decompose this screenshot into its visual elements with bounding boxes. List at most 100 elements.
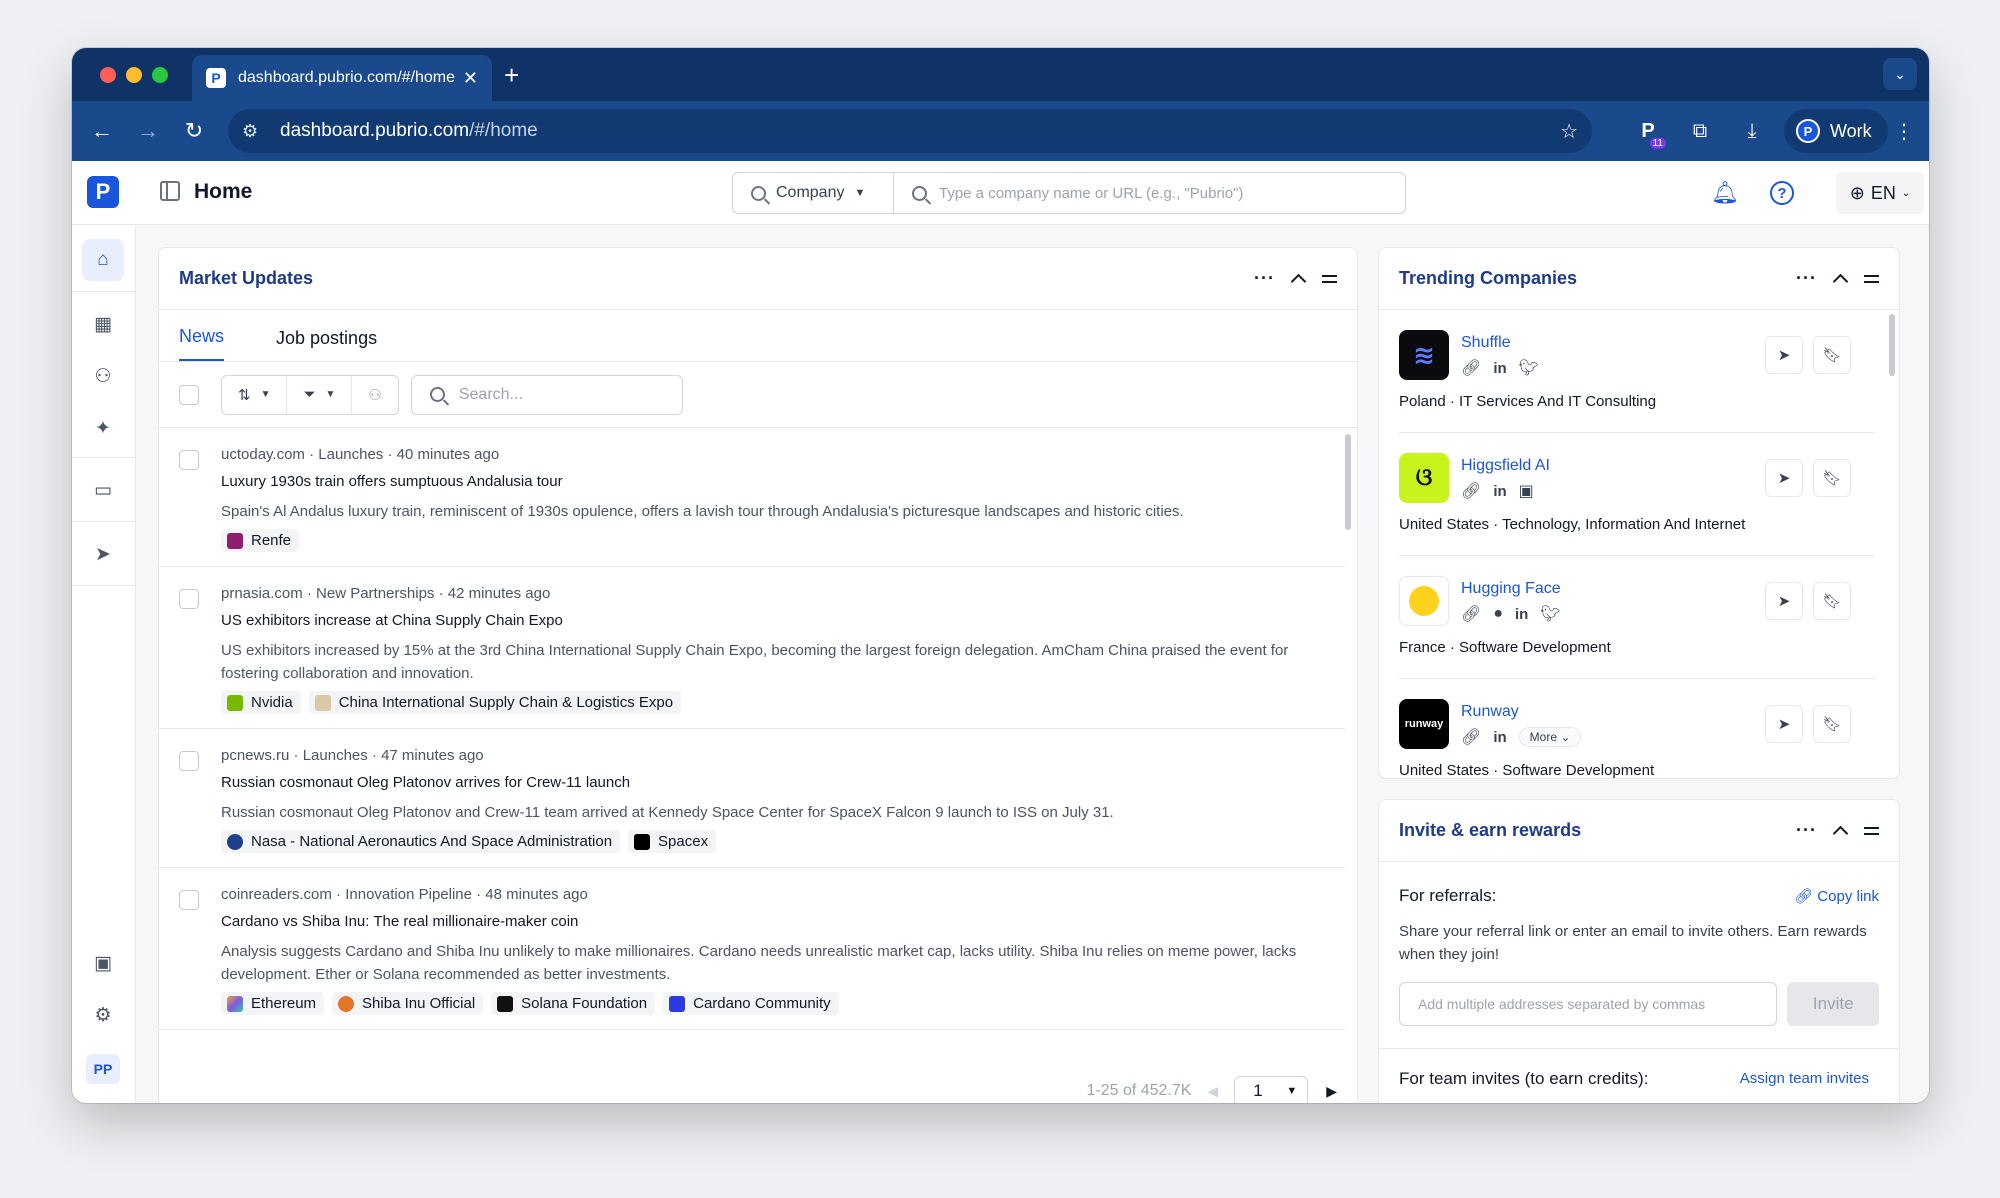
bookmark-button[interactable]: 🔖︎ [1813,582,1851,620]
assign-team-invites-link[interactable]: Assign team invites [1740,1070,1869,1087]
notifications-bell-icon[interactable]: 🔔︎ [1711,179,1739,207]
news-search-input[interactable] [458,385,659,404]
news-title[interactable]: Russian cosmonaut Oleg Platonov arrives … [221,774,1305,791]
github-icon[interactable]: ● [1493,605,1503,623]
people-filter-button[interactable]: ⚇ [351,375,397,414]
news-item[interactable]: coinreaders.com · Innovation Pipeline · … [159,868,1345,1030]
more-options-icon[interactable]: ··· [1796,268,1817,289]
company-tag[interactable]: Shiba Inu Official [332,992,484,1015]
extensions-puzzle-icon[interactable]: ⧉ [1684,115,1716,147]
company-search-input[interactable] [939,184,1379,202]
more-options-icon[interactable]: ··· [1254,268,1275,289]
news-title[interactable]: Cardano vs Shiba Inu: The real millionai… [221,913,1305,930]
search-type-select[interactable]: Company ▼ [732,172,894,214]
company-name[interactable]: Runway [1461,703,1519,721]
linkedin-icon[interactable]: in [1493,483,1506,500]
user-avatar[interactable]: PP [86,1054,120,1084]
tab-job-postings[interactable]: Job postings [276,328,377,361]
sidebar-item-ai[interactable]: ✦ [82,407,124,449]
sidebar-toggle-icon[interactable] [160,181,180,201]
linkedin-icon[interactable]: in [1515,606,1528,623]
page-select[interactable]: 1 ▼ [1234,1076,1309,1103]
trending-scrollbar[interactable] [1889,314,1895,376]
sidebar-item-people[interactable]: ⚇ [82,355,124,397]
site-settings-icon[interactable]: ⚙ [242,121,266,142]
link-icon[interactable]: 🔗︎ [1461,604,1481,624]
copy-link-button[interactable]: 🔗︎ Copy link [1794,887,1879,905]
browser-tab[interactable]: P dashboard.pubrio.com/#/home ✕ [192,55,492,101]
link-icon[interactable]: 🔗︎ [1461,727,1481,747]
news-title[interactable]: Luxury 1930s train offers sumptuous Anda… [221,473,1305,490]
bookmark-button[interactable]: 🔖︎ [1813,459,1851,497]
profile-button[interactable]: P Work [1784,109,1888,153]
select-all-checkbox[interactable] [179,384,199,405]
invite-button[interactable]: Invite [1787,982,1879,1026]
company-tag[interactable]: Nvidia [221,691,301,714]
close-window-button[interactable] [100,67,116,83]
drag-handle-icon[interactable] [1322,274,1337,283]
link-icon[interactable]: 🔗︎ [1461,358,1481,378]
minimize-window-button[interactable] [126,67,142,83]
linkedin-icon[interactable]: in [1493,729,1506,746]
company-tag[interactable]: Solana Foundation [491,992,656,1015]
twitter-icon[interactable]: 🐦︎ [1519,358,1539,378]
bookmark-button[interactable]: 🔖︎ [1813,336,1851,374]
news-checkbox[interactable] [179,450,199,470]
sidebar-item-companies[interactable]: ▦ [82,303,124,345]
more-options-icon[interactable]: ··· [1796,820,1817,841]
invite-email-input[interactable] [1399,982,1778,1026]
news-scrollbar[interactable] [1345,434,1351,530]
sidebar-item-send[interactable]: ➤ [82,533,124,575]
sidebar-item-cast[interactable]: ▭ [82,469,124,511]
pubrio-logo[interactable]: P [87,176,119,208]
company-tag[interactable]: Ethereum [221,992,325,1015]
send-button[interactable]: ➤ [1765,705,1803,743]
next-page-icon[interactable]: ▶ [1326,1083,1337,1100]
news-checkbox[interactable] [179,589,199,609]
sort-button[interactable]: ⇅ ▼ [222,376,286,414]
company-name[interactable]: Shuffle [1461,334,1511,352]
help-button[interactable]: ? [1768,179,1796,207]
link-icon[interactable]: 🔗︎ [1461,481,1481,501]
bookmark-star-icon[interactable]: ☆ [1560,119,1578,144]
new-tab-button[interactable]: + [504,60,519,91]
tab-search-button[interactable]: ⌄ [1883,58,1917,90]
trending-company[interactable]: ≋ Shuffle 🔗︎ in 🐦︎ Poland · IT Services … [1399,310,1875,433]
more-links-button[interactable]: More ⌄ [1518,727,1582,747]
company-tag[interactable]: Nasa - National Aeronautics And Space Ad… [221,830,621,853]
trending-company[interactable]: Hugging Face 🔗︎ ● in 🐦︎ France · Softwar… [1399,556,1875,679]
back-button[interactable]: ← [86,115,118,147]
company-tag[interactable]: Renfe [221,529,300,552]
company-name[interactable]: Higgsfield AI [1461,457,1550,475]
forward-button[interactable]: → [132,115,164,147]
sidebar-item-wallet[interactable]: ▣ [82,942,124,984]
tab-close-icon[interactable]: ✕ [463,68,478,89]
trending-company[interactable]: ଓ Higgsfield AI 🔗︎ in ▣ United States · … [1399,433,1875,556]
language-select[interactable]: ⊕ EN ⌄ [1836,172,1924,214]
pubrio-extension-icon[interactable]: P 11 [1632,115,1666,149]
sidebar-item-home[interactable]: ⌂ [82,239,124,281]
browser-menu-icon[interactable]: ⋮ [1888,115,1920,147]
company-tag[interactable]: Cardano Community [663,992,839,1015]
news-item[interactable]: prnasia.com · New Partnerships · 42 minu… [159,567,1345,729]
trending-company[interactable]: runway Runway 🔗︎ in More ⌄ United States… [1399,679,1875,778]
company-name[interactable]: Hugging Face [1461,580,1561,598]
address-bar[interactable]: ⚙ dashboard.pubrio.com/#/home ☆ [228,109,1592,153]
send-button[interactable]: ➤ [1765,336,1803,374]
company-tag[interactable]: China International Supply Chain & Logis… [308,691,682,714]
news-search-field[interactable] [410,374,683,415]
news-checkbox[interactable] [179,751,199,771]
company-search-field[interactable] [893,172,1406,214]
tab-news[interactable]: News [179,326,225,361]
prev-page-icon[interactable]: ◀ [1207,1083,1218,1100]
send-button[interactable]: ➤ [1765,582,1803,620]
bookmark-button[interactable]: 🔖︎ [1813,705,1851,743]
downloads-icon[interactable]: ⤓ [1736,115,1768,147]
collapse-icon[interactable] [1832,273,1849,290]
filter-button[interactable]: ⏷ ▼ [286,375,351,414]
linkedin-icon[interactable]: in [1493,360,1506,377]
news-item[interactable]: uctoday.com · Launches · 40 minutes ago … [159,428,1345,567]
news-checkbox[interactable] [179,890,199,910]
sidebar-item-settings[interactable]: ⚙ [82,994,124,1036]
news-title[interactable]: US exhibitors increase at China Supply C… [221,612,1305,629]
